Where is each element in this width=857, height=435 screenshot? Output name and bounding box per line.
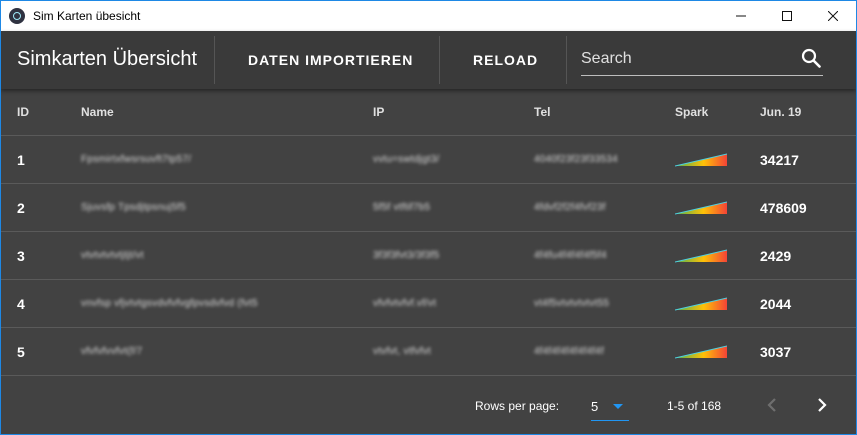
row-jun-value: 3037	[760, 343, 792, 360]
table-pagination: Rows per page: 5 1-5 of 168	[1, 377, 856, 434]
sparkline-graphic	[675, 345, 727, 358]
table-row[interactable]: 1 Fpsmirtxfwsrsuvft7tp57/ vvtu=swtdjgt3/…	[1, 136, 856, 184]
row-tel: vt4f5vtvtvtvtvt55	[534, 298, 610, 309]
row-id: 4	[17, 295, 25, 312]
app-window: Sim Karten übesicht Simkarten Übersicht …	[0, 0, 857, 435]
pagination-range: 1-5 of 168	[667, 399, 722, 413]
column-header-tel[interactable]: Tel	[534, 89, 550, 135]
row-ip: vfvfvtvfvf.vf/vt	[373, 298, 437, 309]
rows-per-page-select[interactable]: 5	[591, 392, 629, 421]
page-title: Simkarten Übersicht	[17, 48, 198, 70]
row-name: vfvfvfvvfvt(f/7	[81, 346, 143, 357]
chevron-right-icon[interactable]	[815, 396, 829, 414]
close-button[interactable]	[810, 1, 856, 31]
row-jun-value: 478609	[760, 199, 807, 216]
sparkline-graphic	[675, 249, 727, 262]
table-row[interactable]: 2 Sjuvsfp Tpsdjtpsnuj5f5 5f5f vtftif7b5 …	[1, 184, 856, 232]
table-row[interactable]: 4 vnvfsp vfjvtvtgsvdvfvfvgfpvsdvfvd (fvt…	[1, 280, 856, 328]
row-ip: 5f5f vtftif7b5	[373, 202, 431, 213]
maximize-icon	[782, 11, 792, 21]
search-icon[interactable]	[801, 48, 821, 68]
column-header-jun[interactable]: Jun. 19	[760, 89, 801, 135]
row-id: 2	[17, 199, 25, 216]
toolbar-divider	[566, 36, 567, 84]
title-bar: Sim Karten übesicht	[1, 1, 856, 31]
row-ip: vtvfvt, vtfvfvt	[373, 346, 432, 357]
close-icon	[828, 11, 838, 21]
maximize-button[interactable]	[764, 1, 810, 31]
row-name: vnvfsp vfjvtvtgsvdvfvfvgfpvsdvfvd (fvt5	[81, 298, 258, 309]
column-header-name[interactable]: Name	[81, 89, 114, 135]
search-input[interactable]	[581, 47, 781, 71]
row-name: vtvtvtvtvtjtjt/vt	[81, 250, 144, 261]
row-tel: 4040f23f23f33534	[534, 154, 618, 165]
table-row[interactable]: 5 vfvfvfvvfvt(f/7 vtvfvt, vtfvfvt 4f4f4f…	[1, 328, 856, 376]
row-sparkline	[675, 328, 727, 375]
toolbar-divider	[439, 36, 440, 84]
row-ip: 3f3f3fvt3/3f3f5	[373, 250, 440, 261]
table-row[interactable]: 3 vtvtvtvtvtjtjt/vt 3f3f3fvt3/3f3f5 4f4f…	[1, 232, 856, 280]
column-header-spark[interactable]: Spark	[675, 89, 708, 135]
minimize-button[interactable]	[718, 1, 764, 31]
window-title: Sim Karten übesicht	[33, 9, 141, 23]
chevron-left-icon[interactable]	[765, 396, 779, 414]
row-tel: 4fdvf2f2f4fvf23f	[534, 202, 606, 213]
reload-button[interactable]: RELOAD	[473, 52, 538, 68]
row-id: 1	[17, 151, 25, 168]
row-jun-value: 34217	[760, 151, 799, 168]
import-data-button[interactable]: DATEN IMPORTIEREN	[248, 52, 413, 68]
row-sparkline	[675, 136, 727, 183]
search-field	[581, 43, 823, 76]
row-id: 5	[17, 343, 25, 360]
row-name: Fpsmirtxfwsrsuvft7tp57/	[81, 154, 192, 165]
row-tel: 4f4f4f4f4f4f4f4f	[534, 346, 604, 357]
row-jun-value: 2429	[760, 247, 792, 264]
row-sparkline	[675, 280, 727, 327]
toolbar-divider	[214, 36, 215, 84]
row-sparkline	[675, 232, 727, 279]
column-header-id[interactable]: ID	[17, 89, 29, 135]
column-header-ip[interactable]: IP	[373, 89, 384, 135]
row-tel: 4f4fu4f4f4f4f5f4	[534, 250, 607, 261]
rows-per-page-value: 5	[591, 399, 599, 414]
window-controls	[718, 1, 856, 31]
table-header-row: ID Name IP Tel Spark Jun. 19	[1, 89, 856, 136]
sim-card-table: ID Name IP Tel Spark Jun. 19 1 Fpsmirtxf…	[1, 89, 856, 376]
row-id: 3	[17, 247, 25, 264]
sparkline-graphic	[675, 297, 727, 310]
app-toolbar: Simkarten Übersicht DATEN IMPORTIEREN RE…	[1, 31, 856, 89]
rows-per-page-label: Rows per page:	[475, 399, 560, 413]
minimize-icon	[736, 15, 746, 17]
sparkline-graphic	[675, 201, 727, 214]
row-jun-value: 2044	[760, 295, 792, 312]
row-ip: vvtu=swtdjgt3/	[373, 154, 440, 165]
app-icon	[9, 8, 25, 24]
row-name: Sjuvsfp Tpsdjtpsnuj5f5	[81, 202, 186, 213]
row-sparkline	[675, 184, 727, 231]
dropdown-arrow-icon	[613, 404, 623, 409]
sparkline-graphic	[675, 153, 727, 166]
